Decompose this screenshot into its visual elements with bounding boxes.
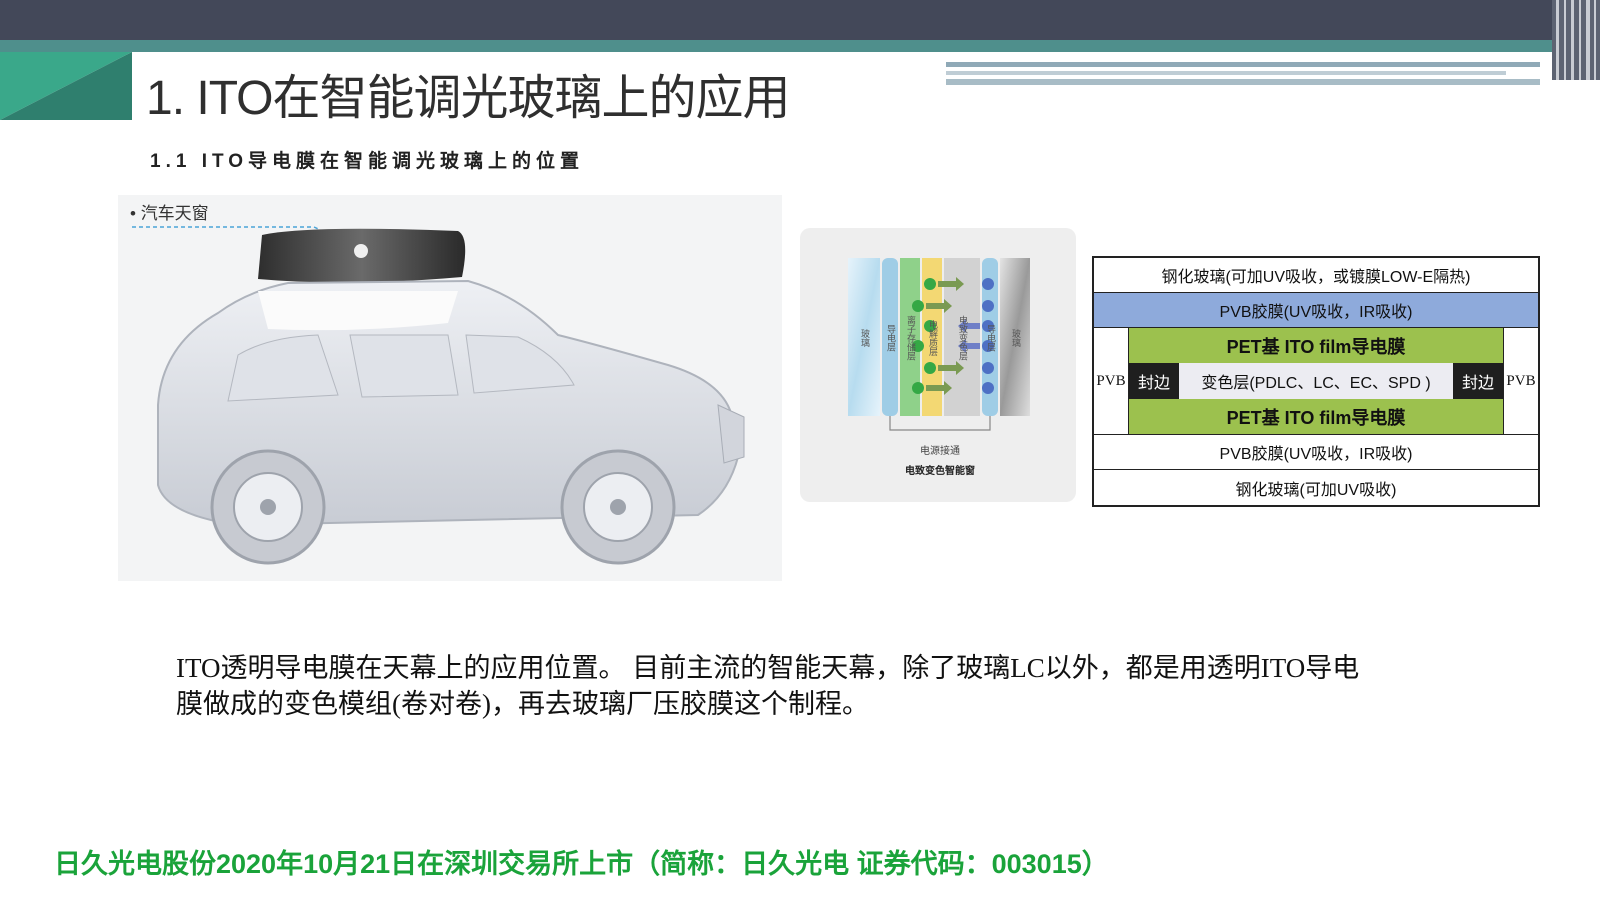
layer-top-glass: 钢化玻璃(可加UV吸收，或镀膜LOW-E隔热) xyxy=(1094,258,1538,293)
side-pvb-right: PVB xyxy=(1503,328,1538,434)
layer-label-glass-right: 玻璃 xyxy=(1010,328,1021,348)
ec-diagram: 玻璃 导电层 离子存储层 电解质层 电致变色层 导电层 玻璃 电源接通 电致变色… xyxy=(848,258,1030,477)
layer-core: PET基 ITO film导电膜 封边 变色层(PDLC、LC、EC、SPD )… xyxy=(1129,328,1503,434)
layer-label-ion-storage: 离子存储层 xyxy=(905,314,916,361)
footer-note: 日久光电股份2020年10月21日在深圳交易所上市（简称：日久光电 证券代码：0… xyxy=(54,849,1109,879)
layer-label-electrolyte: 电解质层 xyxy=(927,319,938,357)
layer-pet-bottom: PET基 ITO film导电膜 xyxy=(1129,399,1503,434)
car-label-text: 汽车天窗 xyxy=(140,204,209,223)
seal-left: 封边 xyxy=(1129,363,1179,399)
car-label: • 汽车天窗 xyxy=(130,204,209,223)
layer-change: 变色层(PDLC、LC、EC、SPD ) xyxy=(1179,363,1453,399)
layer-middle-group: PVB PET基 ITO film导电膜 封边 变色层(PDLC、LC、EC、S… xyxy=(1094,328,1538,435)
power-label: 电源接通 xyxy=(920,444,960,457)
layer-stack: 钢化玻璃(可加UV吸收，或镀膜LOW-E隔热) PVB胶膜(UV吸收，IR吸收)… xyxy=(1092,256,1540,507)
layer-label-conductive-right: 导电层 xyxy=(985,324,996,352)
layer-label-conductive-left: 导电层 xyxy=(885,324,896,352)
layer-top-pvb: PVB胶膜(UV吸收，IR吸收) xyxy=(1094,293,1538,328)
header-accent-band xyxy=(0,40,1600,52)
slide-title: 1. ITO在智能调光玻璃上的应用 xyxy=(146,72,790,125)
header-bar xyxy=(0,0,1600,40)
car-illustration xyxy=(132,226,745,565)
seal-right: 封边 xyxy=(1453,363,1503,399)
layer-pet-top: PET基 ITO film导电膜 xyxy=(1129,328,1503,363)
layer-label-electrochromic: 电致变色层 xyxy=(957,314,968,361)
layer-label-glass-left: 玻璃 xyxy=(859,328,870,348)
side-pvb-left: PVB xyxy=(1094,328,1129,434)
ec-diagram-panel: 玻璃 导电层 离子存储层 电解质层 电致变色层 导电层 玻璃 电源接通 电致变色… xyxy=(800,228,1076,502)
layer-bottom-pvb: PVB胶膜(UV吸收，IR吸收) xyxy=(1094,435,1538,470)
diagram-caption: 电致变色智能窗 xyxy=(905,464,975,477)
body-paragraph: ITO透明导电膜在天幕上的应用位置。 目前主流的智能天幕，除了玻璃LC以外，都是… xyxy=(176,653,1360,719)
layer-bottom-glass: 钢化玻璃(可加UV吸收) xyxy=(1235,481,1397,499)
header-stripes xyxy=(1552,0,1600,80)
car-image-panel: • 汽车天窗 xyxy=(118,195,782,581)
slide-subtitle: 1.1 ITO导电膜在智能调光玻璃上的位置 xyxy=(150,151,585,172)
header-lines xyxy=(946,62,1540,85)
layer-seal-row: 封边 变色层(PDLC、LC、EC、SPD ) 封边 xyxy=(1129,363,1503,399)
corner-triangle xyxy=(0,52,132,120)
